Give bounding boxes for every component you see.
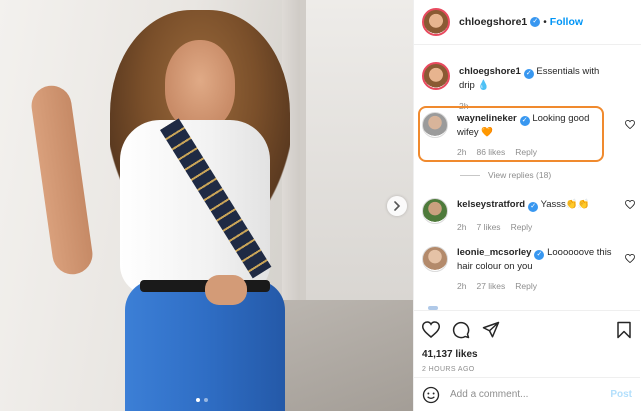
carousel-dot <box>204 398 208 402</box>
verified-badge-icon: ✓ <box>530 17 541 27</box>
next-photo-button[interactable] <box>387 196 407 216</box>
chevron-right-icon <box>394 201 401 211</box>
caption-avatar[interactable] <box>422 62 450 90</box>
heart-icon[interactable] <box>625 254 635 263</box>
comment-item: leonie_mcsorley ✓ Loooooove this hair col… <box>422 246 637 293</box>
comment-likes[interactable]: 27 likes <box>476 280 505 293</box>
heart-icon[interactable] <box>625 200 635 209</box>
profile-avatar[interactable] <box>422 8 450 36</box>
comment-time[interactable]: 2h <box>457 146 466 159</box>
view-replies-link[interactable]: View replies (18) <box>460 170 551 180</box>
action-icons-row <box>422 319 632 341</box>
post-header: chloegshore1 ✓ • Follow <box>414 0 641 45</box>
view-replies-label[interactable]: View replies (18) <box>488 170 551 180</box>
comment-time[interactable]: 2h <box>457 221 466 234</box>
view-replies-line <box>460 174 480 176</box>
comment-item: waynelineker ✓ Looking good wifey 🧡 2h 86… <box>422 112 637 159</box>
verified-badge-icon: ✓ <box>534 250 545 260</box>
like-heart-icon[interactable] <box>422 321 440 338</box>
comment-input[interactable] <box>450 389 611 400</box>
comment-icon[interactable] <box>452 321 470 339</box>
photo-arm <box>28 83 96 277</box>
add-comment-bar: Post <box>414 377 640 411</box>
verified-badge-icon: ✓ <box>523 69 534 79</box>
carousel-dots <box>196 398 208 402</box>
post-time-ago[interactable]: 2 HOURS AGO <box>422 366 632 373</box>
carousel-dot-active <box>196 398 200 402</box>
post-photo[interactable] <box>0 0 413 411</box>
follow-button[interactable]: Follow <box>550 16 583 28</box>
reply-button[interactable]: Reply <box>515 280 537 293</box>
header-separator: • <box>543 16 547 28</box>
comment-likes[interactable]: 7 likes <box>476 221 500 234</box>
photo-door <box>300 0 413 300</box>
bookmark-icon[interactable] <box>616 321 632 339</box>
comment-likes[interactable]: 86 likes <box>476 146 505 159</box>
likes-count[interactable]: 41,137 likes <box>422 349 632 360</box>
comment-item: kelseystratford ✓ Yasss👏👏 2h 7 likes Repl… <box>422 198 637 234</box>
comment-text: Yasss👏👏 <box>540 199 590 210</box>
comment-username[interactable]: leonie_mcsorley <box>457 247 531 258</box>
comment-time[interactable]: 2h <box>457 280 466 293</box>
photo-hand <box>205 275 247 305</box>
share-icon[interactable] <box>482 321 500 339</box>
comments-list[interactable]: chloegshore1 ✓ Essentials with drip 💧 2h … <box>414 46 640 310</box>
comment-username[interactable]: waynelineker <box>457 113 517 124</box>
post-button[interactable]: Post <box>610 389 632 400</box>
emoji-icon[interactable] <box>422 386 440 404</box>
reply-button[interactable]: Reply <box>511 221 533 234</box>
post-actions: 41,137 likes 2 HOURS AGO <box>414 310 640 373</box>
heart-icon[interactable] <box>625 120 635 129</box>
photo-face <box>165 40 235 130</box>
commenter-avatar[interactable] <box>422 246 448 272</box>
commenter-avatar[interactable] <box>422 198 448 224</box>
caption-username[interactable]: chloegshore1 <box>459 66 521 77</box>
reply-button[interactable]: Reply <box>515 146 537 159</box>
verified-badge-icon: ✓ <box>519 116 530 126</box>
verified-badge-icon: ✓ <box>528 202 539 212</box>
commenter-avatar[interactable] <box>422 112 448 138</box>
header-username[interactable]: chloegshore1 <box>459 16 527 28</box>
comment-username[interactable]: kelseystratford <box>457 199 525 210</box>
photo-jeans <box>125 280 285 411</box>
post-side-panel: chloegshore1 ✓ • Follow chloegshore1 ✓ Es… <box>413 0 641 411</box>
